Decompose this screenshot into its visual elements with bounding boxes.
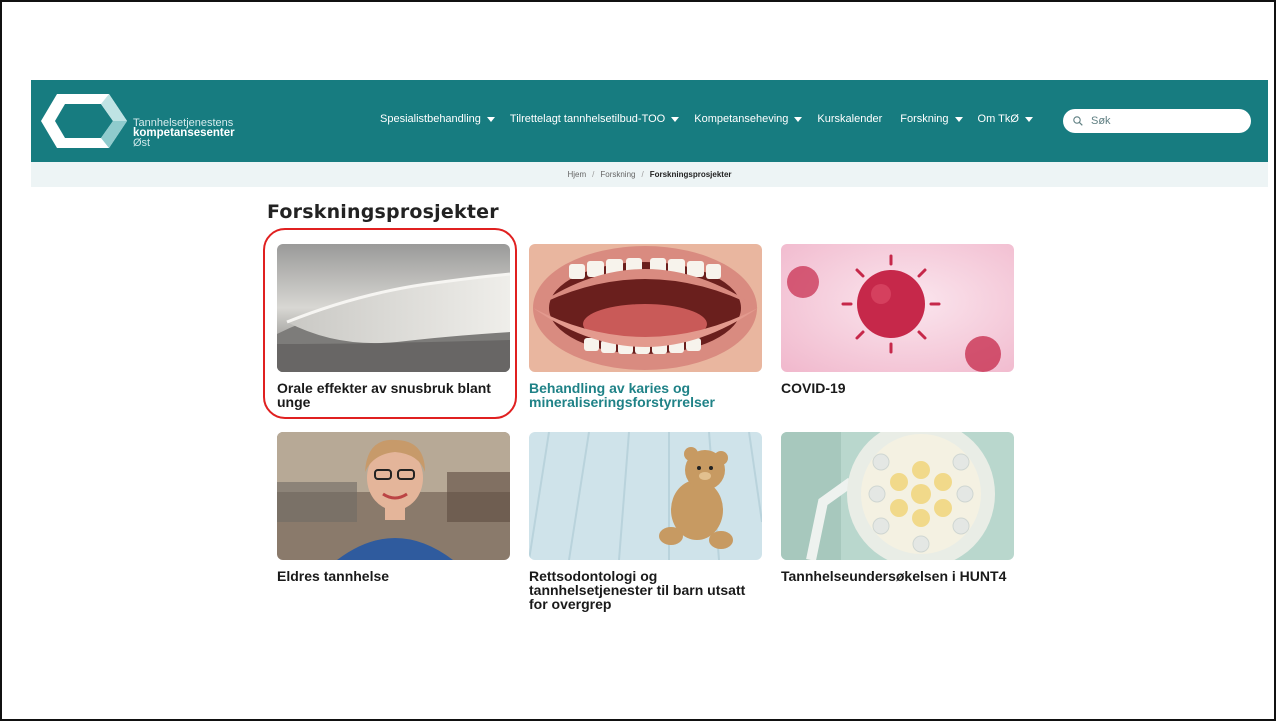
caret-down-icon [671,116,680,122]
card-title[interactable]: COVID-19 [781,381,1014,395]
project-card-covid[interactable]: COVID-19 [781,244,1014,395]
card-title[interactable]: Eldres tannhelse [277,569,510,583]
card-title[interactable]: Tannhelseundersøkelsen i HUNT4 [781,569,1014,583]
nav-item-label: Om TkØ [977,113,1019,125]
main-nav: Spesialistbehandling Tilrettelagt tannhe… [380,113,1048,125]
open-mouth-image [529,244,762,372]
nav-item-label: Spesialistbehandling [380,113,481,125]
brand-name[interactable]: Tannhelsetjenestens kompetansesenter Øst [133,118,235,149]
header-bar: Tannhelsetjenestens kompetansesenter Øst… [31,80,1268,162]
project-card-eldres[interactable]: Eldres tannhelse [277,432,510,583]
teddy-bear-image [529,432,762,560]
card-image-snus[interactable] [277,244,510,372]
nav-item-kompetanseheving[interactable]: Kompetanseheving [694,113,803,125]
breadcrumb-home[interactable]: Hjem [567,170,586,179]
virus-image [781,244,1014,372]
card-image-eldres[interactable] [277,432,510,560]
search-icon[interactable] [1073,116,1083,126]
nav-item-label: Kompetanseheving [694,113,789,125]
project-card-karies[interactable]: Behandling av karies og mineraliseringsf… [529,244,762,409]
nav-item-tilrettelagt[interactable]: Tilrettelagt tannhelsetilbud-TOO [509,113,680,125]
breadcrumb-forskning[interactable]: Forskning [600,170,635,179]
caret-down-icon [954,116,963,122]
caret-down-icon [486,116,495,122]
nav-item-label: Forskning [900,113,949,125]
nav-item-label: Tilrettelagt tannhelsetilbud-TOO [509,113,666,125]
project-card-hunt4[interactable]: Tannhelseundersøkelsen i HUNT4 [781,432,1014,583]
project-card-snus[interactable]: Orale effekter av snusbruk blant unge [277,244,510,409]
nav-item-kurskalender[interactable]: Kurskalender [817,113,882,125]
card-title[interactable]: Behandling av karies og mineraliseringsf… [529,381,762,409]
nav-item-label: Kurskalender [817,113,883,125]
card-image-hunt4[interactable] [781,432,1014,560]
caret-down-icon [1024,116,1033,122]
logo-icon[interactable] [39,90,131,152]
nav-item-forskning[interactable]: Forskning [900,113,963,125]
breadcrumb-current: Forskningsprosjekter [649,170,732,179]
card-title[interactable]: Rettsodontologi og tannhelsetjenester ti… [529,569,762,611]
card-image-covid[interactable] [781,244,1014,372]
breadcrumb-separator: / [641,170,644,179]
card-image-rettsodontologi[interactable] [529,432,762,560]
website: Tannhelsetjenestens kompetansesenter Øst… [31,80,1268,620]
surgical-lamp-image [781,432,1014,560]
brand-line-3: Øst [133,137,151,149]
caret-down-icon [794,116,803,122]
older-woman-image [277,432,510,560]
nav-item-spesialistbehandling[interactable]: Spesialistbehandling [380,113,495,125]
card-title[interactable]: Orale effekter av snusbruk blant unge [277,381,510,409]
card-image-karies[interactable] [529,244,762,372]
search-box[interactable] [1063,109,1251,133]
snus-pouch-image [277,244,510,372]
breadcrumb-separator: / [592,170,595,179]
project-card-rettsodontologi[interactable]: Rettsodontologi og tannhelsetjenester ti… [529,432,762,611]
nav-item-om-tko[interactable]: Om TkØ [978,113,1033,125]
breadcrumb: Hjem / Forskning / Forskningsprosjekter [31,162,1268,187]
page-title: Forskningsprosjekter [267,201,499,223]
search-input[interactable] [1089,114,1243,128]
